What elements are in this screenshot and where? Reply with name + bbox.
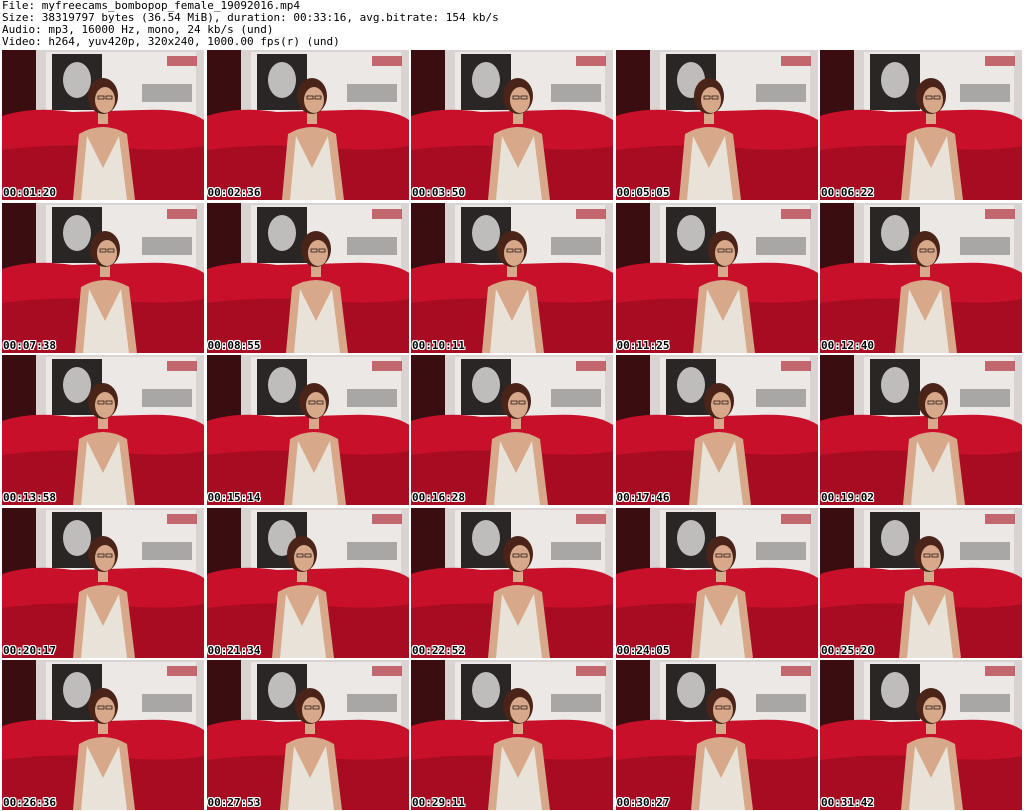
- video-frame-thumbnail: 00:26:36: [2, 660, 204, 810]
- frame-image: [206, 507, 409, 658]
- video-frame-thumbnail: 00:22:52: [411, 507, 613, 658]
- frame-timestamp: 00:07:38: [3, 338, 56, 352]
- frame-image: [820, 202, 1022, 353]
- frame-timestamp: 00:20:17: [3, 643, 56, 657]
- frame-timestamp: 00:08:55: [207, 338, 261, 352]
- thumbnail-grid: 00:01:20 00:02:36 00:03:50 00:05:05 00:06:22…: [2, 50, 1022, 810]
- frame-image: [2, 507, 204, 658]
- frame-timestamp: 00:05:05: [616, 186, 670, 199]
- video-frame-thumbnail: 00:07:38: [2, 202, 204, 353]
- video-frame-thumbnail: 00:31:42: [820, 660, 1022, 810]
- frame-image: [411, 202, 613, 353]
- frame-image: [206, 660, 409, 810]
- frame-timestamp: 00:15:14: [207, 491, 261, 504]
- video-frame-thumbnail: 00:24:05: [615, 507, 818, 658]
- frame-image: [411, 355, 613, 505]
- file-info-header: File: myfreecams_bombopop_female_1909201…: [2, 0, 1022, 48]
- frame-image: [2, 660, 204, 810]
- frame-image: [206, 355, 409, 505]
- video-frame-thumbnail: 00:21:34: [206, 507, 409, 658]
- frame-image: [615, 355, 818, 505]
- frame-timestamp: 00:24:05: [616, 643, 670, 657]
- frame-image: [820, 50, 1022, 200]
- video-frame-thumbnail: 00:25:20: [820, 507, 1022, 658]
- frame-timestamp: 00:13:58: [3, 491, 56, 504]
- frame-timestamp: 00:26:36: [3, 796, 56, 809]
- video-frame-thumbnail: 00:05:05: [615, 50, 818, 200]
- frame-timestamp: 00:19:02: [821, 491, 874, 504]
- frame-image: [615, 507, 818, 658]
- video-info: Video: h264, yuv420p, 320x240, 1000.00 f…: [2, 35, 340, 48]
- frame-timestamp: 00:16:28: [412, 491, 465, 504]
- frame-image: [615, 660, 818, 810]
- video-frame-thumbnail: 00:08:55: [206, 202, 409, 353]
- frame-timestamp: 00:01:20: [3, 186, 56, 199]
- video-frame-thumbnail: 00:11:25: [615, 202, 818, 353]
- video-frame-thumbnail: 00:27:53: [206, 660, 409, 810]
- frame-image: [615, 50, 818, 200]
- frame-timestamp: 00:10:11: [412, 338, 465, 352]
- frame-timestamp: 00:21:34: [207, 643, 261, 657]
- video-frame-thumbnail: 00:17:46: [615, 355, 818, 505]
- frame-image: [820, 507, 1022, 658]
- video-frame-thumbnail: 00:06:22: [820, 50, 1022, 200]
- frame-timestamp: 00:12:40: [821, 338, 874, 352]
- video-frame-thumbnail: 00:29:11: [411, 660, 613, 810]
- frame-timestamp: 00:17:46: [616, 491, 670, 504]
- frame-image: [2, 202, 204, 353]
- video-frame-thumbnail: 00:30:27: [615, 660, 818, 810]
- video-frame-thumbnail: 00:20:17: [2, 507, 204, 658]
- frame-image: [615, 202, 818, 353]
- frame-image: [2, 355, 204, 505]
- frame-image: [820, 660, 1022, 810]
- video-frame-thumbnail: 00:10:11: [411, 202, 613, 353]
- frame-timestamp: 00:29:11: [412, 796, 465, 809]
- frame-timestamp: 00:31:42: [821, 796, 874, 809]
- frame-timestamp: 00:11:25: [616, 338, 670, 352]
- video-frame-thumbnail: 00:13:58: [2, 355, 204, 505]
- video-frame-thumbnail: 00:19:02: [820, 355, 1022, 505]
- frame-timestamp: 00:30:27: [616, 796, 670, 809]
- frame-timestamp: 00:03:50: [412, 186, 465, 199]
- frame-image: [206, 50, 409, 200]
- video-frame-thumbnail: 00:12:40: [820, 202, 1022, 353]
- video-frame-thumbnail: 00:15:14: [206, 355, 409, 505]
- frame-image: [411, 507, 613, 658]
- frame-timestamp: 00:27:53: [207, 796, 261, 809]
- video-frame-thumbnail: 00:16:28: [411, 355, 613, 505]
- frame-timestamp: 00:22:52: [412, 643, 465, 657]
- frame-timestamp: 00:02:36: [207, 186, 261, 199]
- frame-image: [820, 355, 1022, 505]
- frame-image: [206, 202, 409, 353]
- video-frame-thumbnail: 00:03:50: [411, 50, 613, 200]
- frame-image: [411, 50, 613, 200]
- frame-timestamp: 00:25:20: [821, 643, 874, 657]
- frame-image: [411, 660, 613, 810]
- video-frame-thumbnail: 00:01:20: [2, 50, 204, 200]
- frame-image: [2, 50, 204, 200]
- video-frame-thumbnail: 00:02:36: [206, 50, 409, 200]
- frame-timestamp: 00:06:22: [821, 186, 874, 199]
